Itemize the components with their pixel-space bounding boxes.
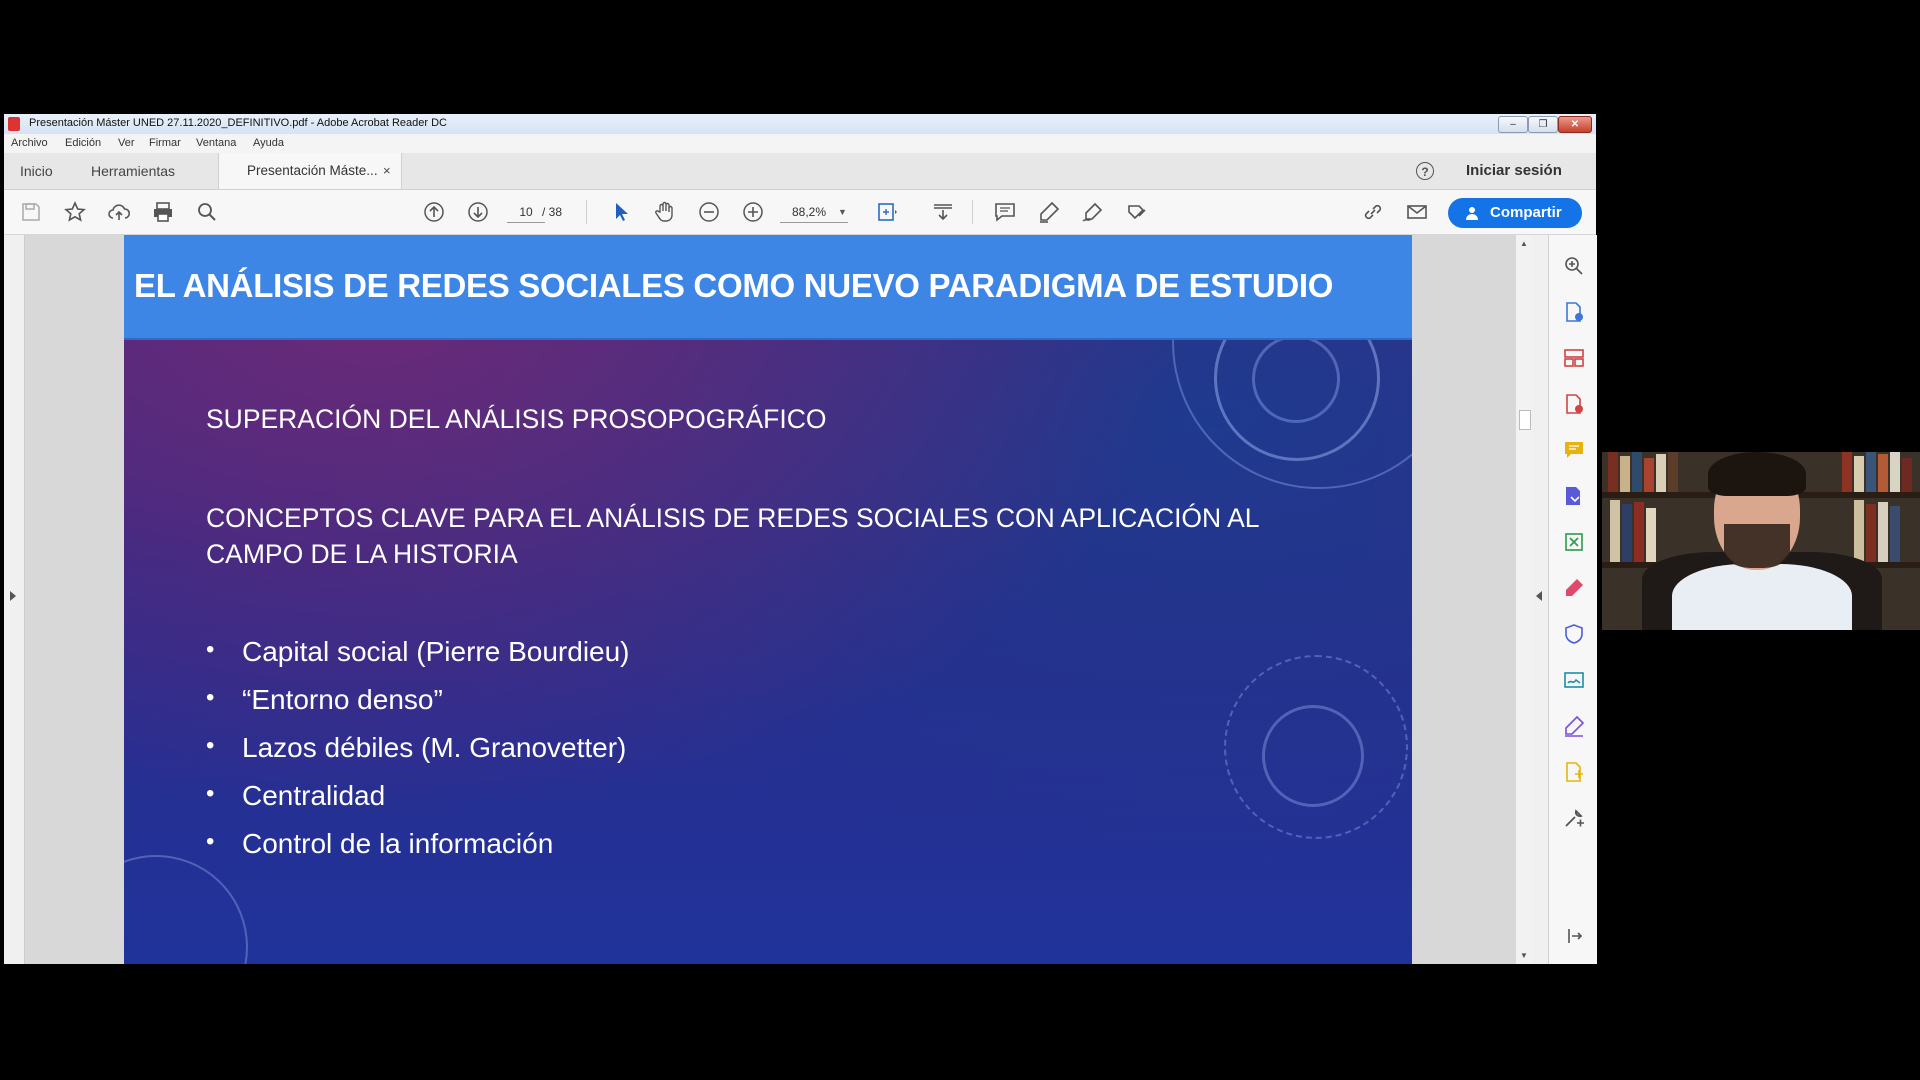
- slide-header: EL ANÁLISIS DE REDES SOCIALES COMO NUEVO…: [124, 235, 1412, 340]
- tab-bar: Inicio Herramientas Presentación Máste..…: [4, 153, 1596, 190]
- print-icon[interactable]: [150, 200, 176, 224]
- collapse-arrow-icon: [1536, 591, 1542, 601]
- document-area[interactable]: EL ANÁLISIS DE REDES SOCIALES COMO NUEVO…: [4, 235, 1548, 964]
- menu-edicion[interactable]: Edición: [65, 137, 101, 149]
- zoom-value: 88,2%: [792, 205, 827, 219]
- add-user-icon: [1466, 207, 1478, 220]
- decorative-circle: [1262, 705, 1364, 807]
- bookmark-star-icon[interactable]: [62, 200, 88, 224]
- webcam-video: [1602, 452, 1920, 630]
- page-count: / 38: [542, 205, 563, 219]
- stamp-icon[interactable]: [1124, 200, 1150, 224]
- tab-document-label: Presentación Máste...: [247, 163, 378, 178]
- left-panel-toggle[interactable]: [4, 235, 25, 964]
- send-for-signature-icon[interactable]: [1563, 669, 1585, 691]
- hand-icon[interactable]: [652, 200, 678, 224]
- minimize-button[interactable]: –: [1498, 116, 1528, 133]
- comment-icon[interactable]: [992, 200, 1018, 224]
- sign-icon[interactable]: [1080, 200, 1106, 224]
- scroll-down-icon[interactable]: ▼: [1520, 951, 1528, 960]
- pdf-app-icon: [8, 117, 20, 131]
- decorative-circle: [1252, 335, 1340, 423]
- share-label: Compartir: [1490, 204, 1562, 221]
- export-excel-icon[interactable]: [1563, 531, 1585, 553]
- decorative-circle: [124, 855, 248, 964]
- organize-pages-icon[interactable]: [1563, 347, 1585, 369]
- slide-page: EL ANÁLISIS DE REDES SOCIALES COMO NUEVO…: [124, 235, 1412, 964]
- menu-ayuda[interactable]: Ayuda: [253, 137, 284, 149]
- tab-home[interactable]: Inicio: [20, 153, 53, 189]
- share-button[interactable]: Compartir: [1448, 198, 1582, 228]
- window-title: Presentación Máster UNED 27.11.2020_DEFI…: [29, 117, 447, 129]
- create-pdf-icon[interactable]: [1563, 301, 1585, 323]
- save-icon[interactable]: [18, 200, 44, 224]
- upload-cloud-icon[interactable]: [106, 200, 132, 224]
- link-icon[interactable]: [1360, 200, 1386, 224]
- scroll-mode-icon[interactable]: [930, 200, 956, 224]
- slide-subtitle: SUPERACIÓN DEL ANÁLISIS PROSOPOGRÁFICO: [206, 404, 827, 434]
- chevron-down-icon: ▼: [838, 207, 847, 217]
- maximize-button[interactable]: ❐: [1528, 116, 1558, 133]
- scroll-up-icon[interactable]: ▲: [1520, 239, 1528, 248]
- menu-firmar[interactable]: Firmar: [149, 137, 181, 149]
- tools-pane: [1548, 235, 1597, 964]
- expand-arrow-icon: [10, 591, 16, 601]
- zoom-in-icon[interactable]: [740, 200, 766, 224]
- menu-ventana[interactable]: Ventana: [196, 137, 236, 149]
- acrobat-window: Presentación Máster UNED 27.11.2020_DEFI…: [4, 114, 1597, 964]
- page-up-icon[interactable]: [421, 200, 447, 224]
- tab-tools[interactable]: Herramientas: [91, 153, 175, 189]
- protect-shield-icon[interactable]: [1563, 623, 1585, 645]
- title-bar: Presentación Máster UNED 27.11.2020_DEFI…: [4, 114, 1596, 135]
- tab-document[interactable]: Presentación Máste... ×: [218, 153, 402, 189]
- vertical-scrollbar[interactable]: ▲ ▼: [1516, 235, 1532, 964]
- menu-bar: Archivo Edición Ver Firmar Ventana Ayuda: [4, 134, 1596, 153]
- comment-icon[interactable]: [1563, 439, 1585, 461]
- tab-close-icon[interactable]: ×: [383, 153, 391, 189]
- more-tools-icon[interactable]: [1563, 761, 1585, 783]
- combine-files-icon[interactable]: [1563, 485, 1585, 507]
- scroll-thumb[interactable]: [1519, 410, 1531, 430]
- edit-pdf-icon[interactable]: [1563, 577, 1585, 599]
- fill-sign-icon[interactable]: [1563, 715, 1585, 737]
- menu-archivo[interactable]: Archivo: [11, 137, 48, 149]
- select-arrow-icon[interactable]: [608, 200, 634, 224]
- zoom-out-icon[interactable]: [696, 200, 722, 224]
- customize-tools-icon[interactable]: [1563, 807, 1585, 829]
- sign-in-link[interactable]: Iniciar sesión: [1466, 162, 1562, 179]
- zoom-select[interactable]: 88,2% ▼: [780, 202, 848, 223]
- page-down-icon[interactable]: [465, 200, 491, 224]
- right-panel-toggle[interactable]: [1532, 235, 1548, 964]
- help-icon[interactable]: ?: [1416, 162, 1434, 180]
- export-pdf-icon[interactable]: [1563, 393, 1585, 415]
- search-icon[interactable]: [194, 200, 220, 224]
- email-icon[interactable]: [1404, 200, 1430, 224]
- fit-page-icon[interactable]: [874, 200, 900, 224]
- menu-ver[interactable]: Ver: [118, 137, 135, 149]
- zoom-in-icon[interactable]: [1563, 255, 1585, 277]
- page-number-input[interactable]: 10: [507, 202, 545, 223]
- highlight-pen-icon[interactable]: [1036, 200, 1062, 224]
- toolbar: 10 / 38 88,2% ▼ Compartir: [4, 190, 1596, 235]
- collapse-panel-icon[interactable]: [1563, 925, 1585, 947]
- slide-subtitle: CONCEPTOS CLAVE PARA EL ANÁLISIS DE REDE…: [206, 503, 1259, 569]
- close-window-button[interactable]: ✕: [1558, 116, 1592, 133]
- slide-title: EL ANÁLISIS DE REDES SOCIALES COMO NUEVO…: [134, 267, 1334, 304]
